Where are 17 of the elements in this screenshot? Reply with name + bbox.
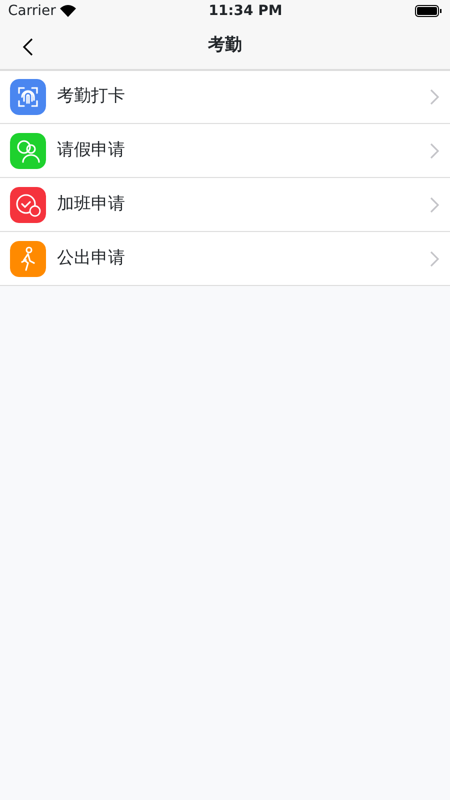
chevron-icon xyxy=(430,196,440,212)
item-label: 公出申请 xyxy=(57,246,126,270)
carrier-label: Carrier xyxy=(8,2,56,20)
battery-icon xyxy=(415,5,442,17)
list-item[interactable]: 加班申请 xyxy=(0,178,450,232)
list-item[interactable]: 公出申请 xyxy=(0,232,450,286)
chevron-icon xyxy=(430,250,440,266)
chevron-icon xyxy=(430,89,440,105)
chevron-icon xyxy=(430,142,440,158)
item-label: 加班申请 xyxy=(57,192,126,216)
nav-title: 考勤 xyxy=(208,34,242,57)
list-item[interactable]: 考勤打卡 xyxy=(0,70,450,124)
clock-time: 11:34 PM xyxy=(208,2,282,20)
list-item[interactable]: 请假申请 xyxy=(0,124,450,178)
item-label: 考勤打卡 xyxy=(57,85,126,108)
wifi-icon xyxy=(60,5,76,17)
item-label: 请假申请 xyxy=(57,138,126,162)
